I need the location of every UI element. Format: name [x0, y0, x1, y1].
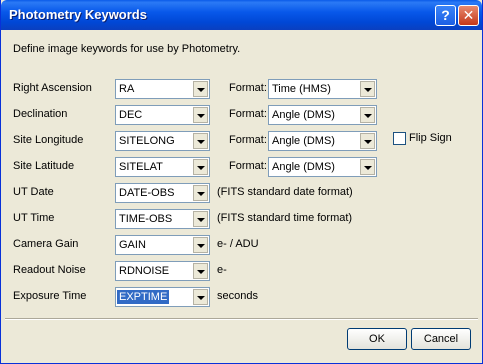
sitelat-keyword-combo[interactable]: SITELAT	[115, 157, 210, 177]
label-site-longitude: Site Longitude	[13, 134, 84, 146]
sitelong-format-value: Angle (DMS)	[272, 135, 335, 147]
chevron-down-icon[interactable]	[360, 159, 375, 175]
chevron-down-icon[interactable]	[193, 133, 208, 149]
chevron-down-icon[interactable]	[360, 133, 375, 149]
sitelat-keyword-value: SITELAT	[119, 161, 163, 173]
gain-keyword-value: GAIN	[119, 239, 146, 251]
dec-keyword-value: DEC	[119, 109, 143, 121]
rdnoise-keyword-value: RDNOISE	[119, 265, 170, 277]
label-ut-date: UT Date	[13, 186, 54, 198]
ok-button[interactable]: OK	[347, 328, 407, 350]
time-keyword-value: TIME-OBS	[119, 213, 173, 225]
chevron-down-icon[interactable]	[193, 263, 208, 279]
label-ut-time: UT Time	[13, 212, 55, 224]
rdnoise-unit-note: e-	[217, 264, 227, 276]
chevron-down-icon[interactable]	[193, 211, 208, 227]
ra-keyword-combo[interactable]: RA	[115, 79, 210, 99]
exptime-keyword-combo[interactable]: EXPTIME	[115, 287, 210, 307]
dialog-title: Photometry Keywords	[9, 7, 147, 22]
format-label: Format:	[229, 82, 267, 94]
rdnoise-keyword-combo[interactable]: RDNOISE	[115, 261, 210, 281]
chevron-down-icon[interactable]	[193, 185, 208, 201]
time-keyword-combo[interactable]: TIME-OBS	[115, 209, 210, 229]
chevron-down-icon[interactable]	[193, 81, 208, 97]
date-format-note: (FITS standard date format)	[217, 186, 353, 198]
dec-format-value: Angle (DMS)	[272, 109, 335, 121]
exptime-unit-note: seconds	[217, 290, 258, 302]
chevron-down-icon[interactable]	[360, 107, 375, 123]
gain-keyword-combo[interactable]: GAIN	[115, 235, 210, 255]
sitelong-keyword-value: SITELONG	[119, 135, 175, 147]
gain-unit-note: e- / ADU	[217, 238, 259, 250]
format-label: Format:	[229, 160, 267, 172]
date-keyword-combo[interactable]: DATE-OBS	[115, 183, 210, 203]
flip-sign-checkbox[interactable]	[393, 132, 406, 145]
ra-format-combo[interactable]: Time (HMS)	[268, 79, 377, 99]
chevron-down-icon[interactable]	[193, 159, 208, 175]
sitelat-format-value: Angle (DMS)	[272, 161, 335, 173]
format-label: Format:	[229, 134, 267, 146]
chevron-down-icon[interactable]	[193, 289, 208, 305]
dec-format-combo[interactable]: Angle (DMS)	[268, 105, 377, 125]
label-site-latitude: Site Latitude	[13, 160, 75, 172]
label-exposure-time: Exposure Time	[13, 290, 87, 302]
format-label: Format:	[229, 108, 267, 120]
time-format-note: (FITS standard time format)	[217, 212, 353, 224]
exptime-keyword-value[interactable]: EXPTIME	[117, 290, 170, 304]
title-bar[interactable]: Photometry Keywords ? ✕	[1, 0, 482, 30]
sitelong-keyword-combo[interactable]: SITELONG	[115, 131, 210, 151]
date-keyword-value: DATE-OBS	[119, 187, 175, 199]
label-right-ascension: Right Ascension	[13, 82, 92, 94]
flip-sign-label[interactable]: Flip Sign	[409, 132, 452, 144]
intro-text: Define image keywords for use by Photome…	[13, 43, 241, 55]
sitelat-format-combo[interactable]: Angle (DMS)	[268, 157, 377, 177]
label-camera-gain: Camera Gain	[13, 238, 79, 250]
label-readout-noise: Readout Noise	[13, 264, 86, 276]
dec-keyword-combo[interactable]: DEC	[115, 105, 210, 125]
dialog-content: Define image keywords for use by Photome…	[5, 30, 478, 360]
ra-format-value: Time (HMS)	[272, 83, 331, 95]
separator	[5, 318, 478, 320]
chevron-down-icon[interactable]	[193, 107, 208, 123]
label-declination: Declination	[13, 108, 68, 120]
ra-keyword-value: RA	[119, 83, 135, 95]
cancel-button[interactable]: Cancel	[411, 328, 471, 350]
sitelong-format-combo[interactable]: Angle (DMS)	[268, 131, 377, 151]
help-button[interactable]: ?	[435, 5, 456, 26]
close-button[interactable]: ✕	[458, 5, 479, 26]
chevron-down-icon[interactable]	[360, 81, 375, 97]
dialog-window: Photometry Keywords ? ✕ Define image key…	[0, 0, 483, 364]
chevron-down-icon[interactable]	[193, 237, 208, 253]
